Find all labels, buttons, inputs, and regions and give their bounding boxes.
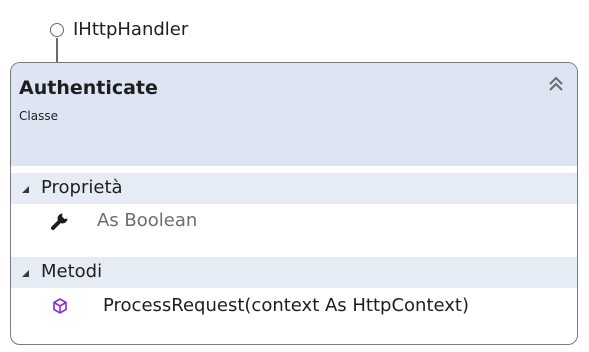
wrench-icon (51, 213, 68, 230)
class-name: Authenticate (19, 77, 158, 99)
section-properties-label: Proprietà (41, 177, 123, 198)
property-label: As Boolean (97, 210, 198, 231)
method-label: ProcessRequest(context As HttpContext) (103, 295, 470, 316)
class-stereotype: Classe (19, 109, 58, 123)
double-chevron-up-icon[interactable] (546, 74, 566, 94)
class-header: Authenticate Classe (11, 63, 577, 166)
class-diagram: IHttpHandler Authenticate Classe Proprie… (0, 0, 589, 352)
interface-name: IHttpHandler (73, 19, 189, 40)
section-methods[interactable]: Metodi (11, 257, 577, 288)
method-item[interactable]: ProcessRequest(context As HttpContext) (11, 289, 577, 324)
class-shape[interactable]: Authenticate Classe Proprietà As Boolean (10, 62, 578, 345)
interface-connector-line (56, 38, 58, 62)
section-methods-label: Metodi (41, 261, 103, 282)
section-properties[interactable]: Proprietà (11, 173, 577, 204)
expanded-triangle-icon[interactable] (20, 268, 30, 278)
interface-lollipop-icon (50, 23, 64, 37)
property-item[interactable]: As Boolean (11, 204, 577, 239)
expanded-triangle-icon[interactable] (20, 184, 30, 194)
method-cube-icon (53, 298, 67, 314)
